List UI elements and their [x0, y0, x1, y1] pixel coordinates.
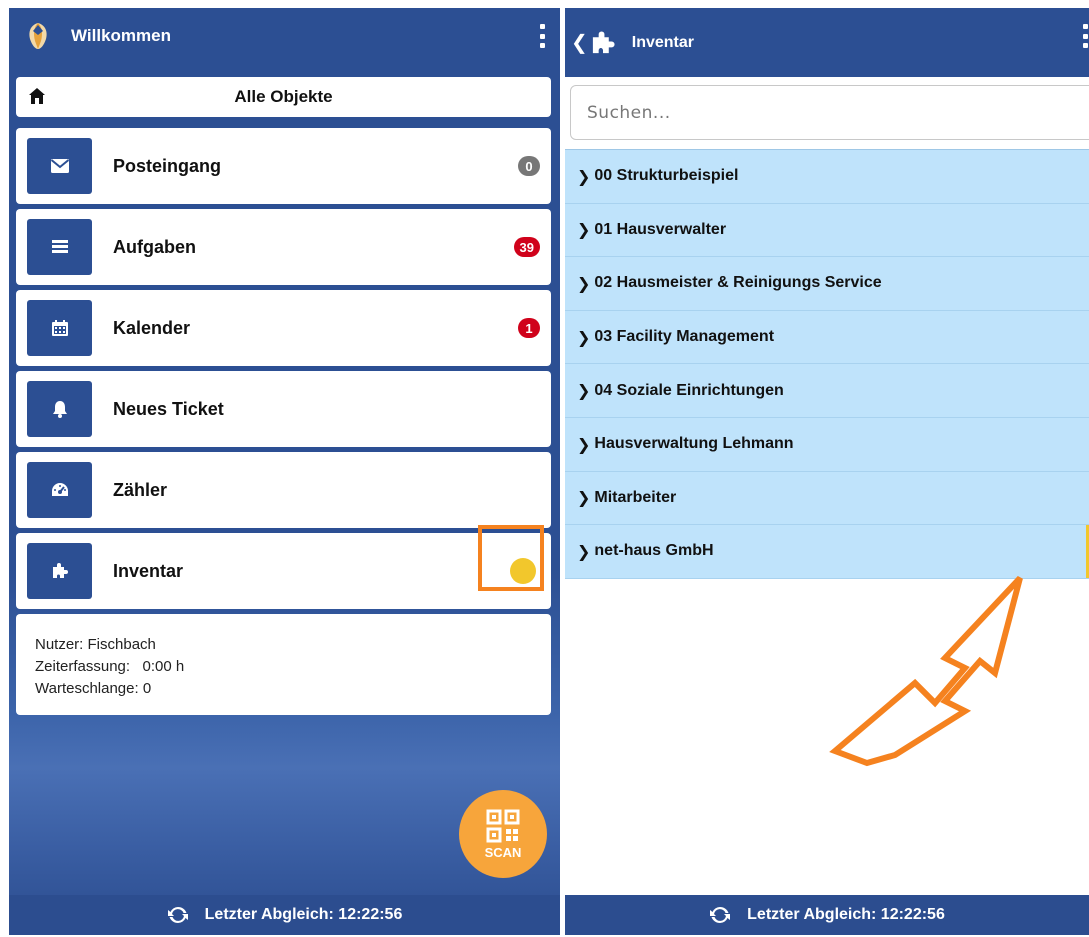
header-title: Willkommen — [71, 26, 171, 45]
menu-item-label: Posteingang — [113, 155, 222, 176]
puzzle-icon — [27, 543, 92, 599]
sync-icon — [167, 906, 188, 924]
menu-item-aufgaben[interactable]: Aufgaben 39 — [16, 209, 551, 285]
scan-label: SCAN — [484, 844, 522, 860]
tree-item[interactable]: ❯ 03 Facility Management — [565, 310, 1089, 365]
menu-item-label: Aufgaben — [113, 236, 196, 257]
home-screen: Willkommen Alle Objekte Posteingang 0 Au… — [9, 8, 560, 935]
menu-item-kalender[interactable]: Kalender 1 — [16, 290, 551, 366]
pointer-arrow-icon — [829, 575, 1023, 767]
menu-item-posteingang[interactable]: Posteingang 0 — [16, 128, 551, 204]
inventory-tree-list: ❯ 00 Strukturbeispiel ❯ 01 Hausverwalter ❯… — [565, 149, 1089, 579]
tree-item-label: 01 Hausverwalter — [594, 220, 727, 238]
tree-item-label: 04 Soziale Einrichtungen — [594, 381, 784, 399]
scan-button[interactable]: SCAN — [459, 790, 547, 878]
time-tracking-text: Zeiterfassung: 0:00 h — [35, 658, 185, 675]
menu-item-inventar[interactable]: Inventar — [16, 533, 551, 609]
last-sync-text: Letzter Abgleich: 12:22:56 — [747, 906, 945, 923]
menu-item-label: Inventar — [113, 560, 184, 581]
qr-code-icon — [486, 809, 520, 842]
chevron-right-icon: ❯ — [577, 220, 591, 240]
queue-text: Warteschlange: 0 — [35, 680, 152, 697]
chevron-right-icon: ❯ — [577, 434, 591, 454]
back-chevron-icon[interactable]: ❮ — [571, 30, 588, 55]
tree-item[interactable]: ❯ 04 Soziale Einrichtungen — [565, 364, 1089, 418]
header-title: Inventar — [631, 33, 695, 51]
last-sync-text: Letzter Abgleich: 12:22:56 — [204, 906, 403, 923]
tree-item[interactable]: ❯ Hausverwaltung Lehmann — [565, 417, 1089, 472]
tree-item[interactable]: ❯ 02 Hausmeister & Reinigungs Service — [565, 257, 1089, 311]
all-objects-label: Alle Objekte — [234, 87, 333, 106]
tree-item-label: net-haus GmbH — [594, 542, 714, 560]
tree-item[interactable]: ❯ 01 Hausverwalter — [565, 203, 1089, 258]
user-info-card: Nutzer: Fischbach Zeiterfassung: 0:00 h … — [16, 614, 551, 715]
menu-item-label: Kalender — [113, 317, 191, 338]
search-input[interactable]: Suchen... — [570, 85, 1089, 140]
calendar-icon — [27, 300, 92, 356]
tree-item-label: Mitarbeiter — [594, 488, 677, 506]
app-logo-icon — [29, 23, 47, 49]
sync-footer[interactable]: Letzter Abgleich: 12:22:56 — [565, 895, 1089, 935]
list-icon — [27, 219, 92, 275]
unread-count-badge: 0 — [518, 156, 540, 176]
chevron-right-icon: ❯ — [577, 327, 591, 347]
sync-footer[interactable]: Letzter Abgleich: 12:22:56 — [9, 895, 560, 935]
chevron-right-icon: ❯ — [577, 381, 591, 401]
tree-item[interactable]: ❯ 00 Strukturbeispiel — [565, 150, 1089, 204]
sync-icon — [710, 906, 731, 924]
bell-icon — [27, 381, 92, 437]
puzzle-icon — [592, 30, 615, 53]
tree-item-label: 03 Facility Management — [594, 328, 775, 346]
tree-item[interactable]: ❯ Mitarbeiter — [565, 471, 1089, 526]
calendar-count-badge: 1 — [518, 318, 540, 338]
tree-item[interactable]: ❯ net-haus GmbH — [565, 525, 1089, 579]
search-placeholder: Suchen... — [587, 102, 671, 123]
user-name-text: Nutzer: Fischbach — [35, 636, 156, 653]
app-header: ❮ Inventar — [565, 8, 1089, 77]
overflow-menu-icon[interactable] — [540, 24, 546, 48]
home-icon — [29, 88, 45, 104]
menu-item-label: Neues Ticket — [113, 398, 224, 419]
tree-item-label: 00 Strukturbeispiel — [594, 167, 739, 185]
tree-item-label: Hausverwaltung Lehmann — [594, 435, 794, 453]
app-header: Willkommen — [9, 8, 560, 64]
chevron-right-icon: ❯ — [577, 488, 591, 508]
highlight-box — [478, 525, 544, 591]
tree-item-label: 02 Hausmeister & Reinigungs Service — [594, 274, 882, 292]
all-objects-button[interactable]: Alle Objekte — [16, 77, 551, 117]
envelope-icon — [27, 138, 92, 194]
tasks-count-badge: 39 — [513, 237, 540, 257]
overflow-menu-icon[interactable] — [1083, 24, 1089, 48]
chevron-right-icon: ❯ — [577, 166, 591, 186]
menu-item-label: Zähler — [113, 479, 168, 500]
gauge-icon — [27, 462, 92, 518]
menu-item-zaehler[interactable]: Zähler — [16, 452, 551, 528]
chevron-right-icon: ❯ — [577, 273, 591, 293]
chevron-right-icon: ❯ — [577, 541, 591, 561]
menu-item-neues-ticket[interactable]: Neues Ticket — [16, 371, 551, 447]
inventory-screen: ❮ Inventar Suchen... ❯ 00 Strukturbeispie… — [565, 8, 1089, 935]
